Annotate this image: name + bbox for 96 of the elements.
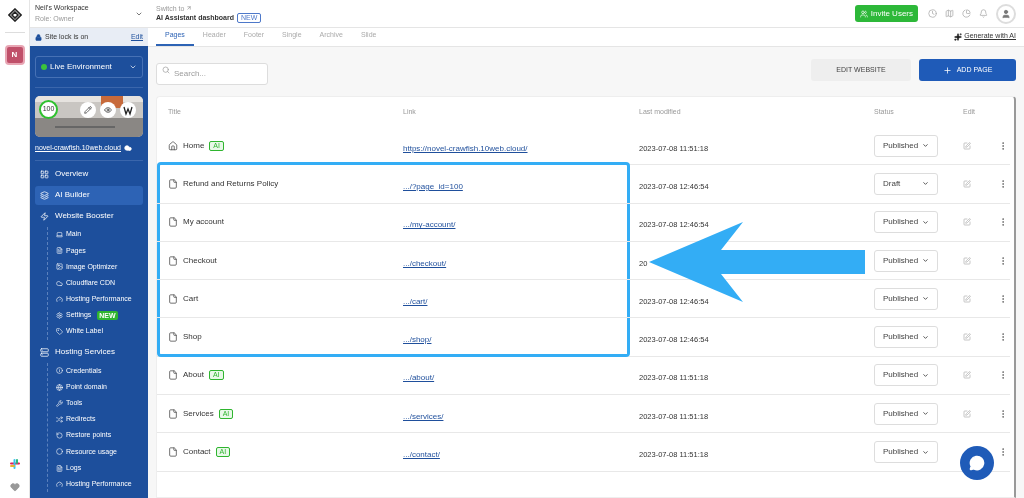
status-dropdown[interactable]: Published [874,441,938,463]
page-icon [168,217,178,228]
page-icon [168,332,178,343]
chat-icon [969,455,985,471]
page-link[interactable]: .../cart/ [403,296,428,306]
page-icon [168,255,178,266]
gauge-icon [56,480,63,488]
chevron-icon [922,218,929,226]
edit-icon[interactable] [963,179,971,188]
gauge-icon [56,295,63,303]
sparkle-icon [954,32,963,41]
chevron-icon [922,371,929,379]
chevron-icon [129,63,137,71]
tag-icon [56,328,63,336]
document-icon [56,464,63,472]
user-avatar[interactable] [996,3,1016,24]
pie-chart-icon[interactable] [962,9,971,18]
page-title: Checkout [183,254,217,267]
edit-icon[interactable] [963,371,971,380]
chevron-icon [922,142,929,150]
edit-icon[interactable] [963,218,971,227]
page-title: Home [183,139,205,152]
circle-icon [56,448,63,456]
nav-item[interactable]: AI Builder [35,185,143,205]
status-dropdown[interactable]: Published [874,326,938,349]
page-icon [168,408,178,419]
logo-icon [7,8,22,22]
chevron-icon [922,295,929,303]
page-title: About [183,369,204,382]
page-icon [168,293,178,304]
plus-icon [942,65,952,75]
heart-icon[interactable] [9,482,20,492]
page-title: Refund and Returns Policy [183,177,279,190]
edit-icon[interactable] [963,141,971,150]
chevron-icon [922,333,929,341]
nav-item[interactable]: Website Booster [35,206,143,226]
layers-icon [40,190,49,200]
external-link-icon [186,5,193,12]
chevron-icon [922,180,929,188]
shuffle-icon [56,415,63,423]
cloud-icon [56,279,63,287]
chevron-icon [922,257,929,265]
status-dropdown[interactable]: Published [874,211,938,234]
search-icon [162,66,170,74]
page-icon [168,370,178,381]
edit-icon[interactable] [963,333,971,342]
status-dropdown[interactable]: Published [874,402,938,425]
server-icon [40,347,49,357]
page-link[interactable]: .../my-account/ [403,220,456,230]
status-dropdown[interactable]: Draft [874,172,938,195]
globe-icon [56,383,63,391]
users-icon [859,9,868,18]
lightning-icon [40,211,49,221]
edit-icon[interactable] [963,294,971,303]
edit-icon[interactable] [963,409,971,418]
search-field[interactable]: Search... [156,62,268,85]
status-dropdown[interactable]: Published [874,134,938,157]
bell-icon[interactable] [979,9,988,18]
home-icon [168,140,178,151]
chevron-icon [922,448,929,456]
page-link[interactable]: .../shop/ [403,335,432,345]
restore-icon [56,432,63,440]
wrench-icon [56,399,63,407]
nav-item[interactable]: Hosting Services [35,342,143,362]
page-link[interactable]: https://novel-crawfish.10web.cloud/ [403,143,528,153]
lock-icon [35,33,42,41]
chevron-icon [922,410,929,418]
map-icon[interactable] [945,9,954,18]
document-icon [56,247,63,255]
info-icon [56,367,63,375]
status-dropdown[interactable]: Published [874,249,938,272]
page-link[interactable]: .../?page_id=100 [403,181,463,191]
page-link[interactable]: .../contact/ [403,450,440,459]
page-link[interactable]: .../checkout/ [403,258,447,268]
laptop-icon [56,231,63,239]
clock-icon[interactable] [928,9,937,18]
page-title: My account [183,216,224,229]
status-dropdown[interactable]: Published [874,364,938,387]
image-icon [56,263,63,271]
status-dropdown[interactable]: Published [874,287,938,310]
page-title: Contact [183,446,211,458]
page-link[interactable]: .../about/ [403,373,435,383]
page-link[interactable]: .../services/ [403,411,444,421]
page-title: Cart [183,292,199,305]
page-title: Shop [183,331,202,344]
settings-icon [56,312,63,320]
environment-dropdown[interactable]: Live Environment [35,56,143,78]
page-title: Services [183,407,214,420]
edit-icon[interactable] [963,256,971,265]
cloud-icon [124,144,132,153]
grid-icon [40,169,49,179]
page-icon [168,447,178,457]
nav-item[interactable]: Overview [35,164,143,184]
slack-icon[interactable] [8,458,21,470]
page-icon [168,178,178,189]
workspace-avatar[interactable]: N [4,45,25,65]
